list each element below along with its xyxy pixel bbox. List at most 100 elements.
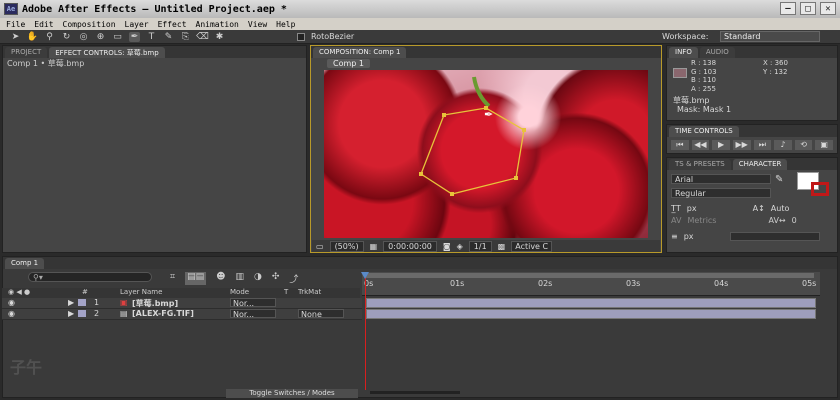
layer-1-duration-bar[interactable] — [366, 298, 816, 308]
transparency-grid-icon[interactable]: ▩ — [498, 242, 506, 251]
frame-blending-icon[interactable]: ▥ — [235, 272, 244, 285]
kerning-value[interactable]: Metrics — [687, 216, 716, 225]
brush-tool-icon[interactable]: ✎ — [163, 32, 174, 42]
tab-info[interactable]: INFO — [669, 47, 698, 58]
composition-viewer[interactable]: ✒ — [324, 70, 648, 238]
menu-layer[interactable]: Layer — [125, 20, 149, 29]
info-tabbar: INFO AUDIO — [667, 46, 837, 58]
font-size-unit[interactable]: px — [687, 204, 697, 213]
next-frame-icon[interactable]: ▶▶ — [732, 140, 751, 150]
rotate-tool-icon[interactable]: ↻ — [61, 32, 72, 42]
work-area-bar[interactable] — [366, 273, 814, 278]
rotobezier-checkbox[interactable] — [297, 32, 305, 41]
tab-character[interactable]: CHARACTER — [732, 159, 788, 170]
layer-name[interactable]: [草莓.bmp] — [132, 298, 178, 309]
play-icon[interactable]: ▶ — [712, 140, 730, 150]
clone-tool-icon[interactable]: ⎘ — [180, 32, 191, 42]
menu-help[interactable]: Help — [276, 20, 295, 29]
brainstorm-icon[interactable]: ✣ — [272, 272, 280, 285]
region-icon[interactable]: ▦ — [370, 242, 378, 251]
last-frame-icon[interactable]: ⏭ — [753, 140, 772, 150]
tab-audio[interactable]: AUDIO — [699, 47, 735, 58]
menu-animation[interactable]: Animation — [196, 20, 239, 29]
leading-value[interactable]: Auto — [771, 204, 790, 213]
active-camera-select[interactable]: Active C — [511, 240, 553, 252]
comp-navigator-button[interactable]: Comp 1 — [327, 59, 370, 68]
info-g: G : 103 — [691, 67, 717, 76]
font-style-select[interactable]: Regular — [671, 188, 771, 198]
stroke-type-select[interactable] — [729, 232, 820, 241]
stroke-width-unit[interactable]: px — [684, 232, 694, 241]
expand-arrow-icon[interactable]: ▶ — [68, 298, 74, 307]
first-frame-icon[interactable]: ⏮ — [671, 140, 689, 150]
shy-layers-icon[interactable]: ☻ — [216, 272, 225, 285]
snapshot-icon[interactable]: ◙ — [443, 242, 451, 251]
minimize-icon[interactable]: – — [780, 2, 796, 15]
resolution-select[interactable]: 1/1 — [468, 240, 492, 252]
font-family-select[interactable]: Arial — [671, 174, 771, 184]
loop-icon[interactable]: ⟲ — [794, 140, 813, 150]
motion-blur-icon[interactable]: ◑ — [254, 272, 262, 285]
visibility-icon[interactable]: ◉ — [8, 309, 15, 318]
menu-file[interactable]: File — [6, 20, 25, 29]
eyedropper-icon[interactable]: ✎ — [775, 174, 783, 185]
menu-composition[interactable]: Composition — [63, 20, 116, 29]
tab-effects-presets[interactable]: TS & PRESETS — [669, 159, 731, 170]
color-channel-icon[interactable]: ◈ — [457, 242, 463, 251]
visibility-icon[interactable]: ◉ — [8, 298, 15, 307]
rectangle-tool-icon[interactable]: ▭ — [112, 32, 123, 42]
column-layer-name[interactable]: Layer Name — [120, 288, 162, 296]
zoom-tool-icon[interactable]: ⚲ — [44, 32, 55, 42]
pan-behind-tool-icon[interactable]: ⊕ — [95, 32, 106, 42]
puppet-tool-icon[interactable]: ✱ — [214, 32, 225, 42]
eraser-tool-icon[interactable]: ⌫ — [196, 32, 209, 42]
tracking-value[interactable]: 0 — [792, 216, 797, 225]
layer-2-duration-bar[interactable] — [366, 309, 816, 319]
tab-composition[interactable]: COMPOSITION: Comp 1 — [313, 47, 407, 58]
graph-editor-icon[interactable]: ⤴ — [289, 272, 298, 285]
time-ruler[interactable]: 0s 01s 02s 03s 04s 05s — [362, 272, 820, 296]
layer-trkmat-select[interactable]: None — [298, 309, 344, 319]
ram-preview-icon[interactable]: ▣ — [815, 140, 833, 150]
window-title: Adobe After Effects – Untitled Project.a… — [22, 3, 287, 15]
layer-row-2[interactable]: ◉ ▶ 2 ▤ [ALEX-FG.TIF] Nor... None — [2, 309, 362, 320]
layer-name[interactable]: [ALEX-FG.TIF] — [132, 309, 194, 318]
timeline-search-input[interactable]: ⚲▾ — [28, 272, 152, 282]
layer-label-color[interactable] — [78, 299, 86, 306]
zoom-select[interactable]: (50%) — [329, 240, 364, 252]
layer-mode-select[interactable]: Nor... — [230, 309, 276, 319]
timeline-zoom-slider[interactable] — [370, 391, 460, 394]
layer-mode-select[interactable]: Nor... — [230, 298, 276, 308]
menu-edit[interactable]: Edit — [34, 20, 53, 29]
composition-mini-flowchart-icon[interactable]: ⌗ — [170, 272, 175, 285]
type-tool-icon[interactable]: T — [146, 32, 157, 42]
tab-effect-controls[interactable]: EFFECT CONTROLS: 草莓.bmp — [49, 47, 165, 58]
tab-project[interactable]: PROJECT — [5, 47, 48, 58]
hand-tool-icon[interactable]: ✋ — [27, 32, 38, 42]
expand-arrow-icon[interactable]: ▶ — [68, 309, 74, 318]
monitor-icon[interactable]: ▭ — [316, 242, 324, 251]
mask-path[interactable] — [420, 107, 525, 195]
tab-time-controls[interactable]: TIME CONTROLS — [669, 126, 739, 137]
menu-view[interactable]: View — [248, 20, 267, 29]
camera-tool-icon[interactable]: ◎ — [78, 32, 89, 42]
layer-row-1[interactable]: ◉ ▶ 1 ▣ [草莓.bmp] Nor... — [2, 298, 362, 309]
workspace-select[interactable]: Standard — [720, 31, 820, 42]
layer-label-color[interactable] — [78, 310, 86, 317]
selection-tool-icon[interactable]: ➤ — [10, 32, 21, 42]
draft-3d-icon[interactable]: ▤▤ — [185, 272, 207, 285]
pen-tool-icon[interactable]: ✒ — [129, 31, 140, 42]
info-a: A : 255 — [691, 84, 716, 93]
tab-timeline-comp1[interactable]: Comp 1 — [5, 258, 45, 269]
maximize-icon[interactable]: □ — [800, 2, 816, 15]
current-time-indicator[interactable] — [365, 274, 366, 390]
previous-frame-icon[interactable]: ◀◀ — [691, 140, 710, 150]
close-icon[interactable]: ✕ — [820, 2, 836, 15]
column-num: # — [82, 288, 88, 296]
toggle-switches-modes-button[interactable]: Toggle Switches / Modes — [226, 389, 358, 398]
menu-effect[interactable]: Effect — [158, 20, 187, 29]
audio-icon[interactable]: ♪ — [774, 140, 792, 150]
stroke-color-swatch[interactable] — [811, 182, 829, 196]
timecode-display[interactable]: 0:00:00:00 — [383, 240, 437, 252]
ruler-label: 02s — [538, 279, 553, 288]
